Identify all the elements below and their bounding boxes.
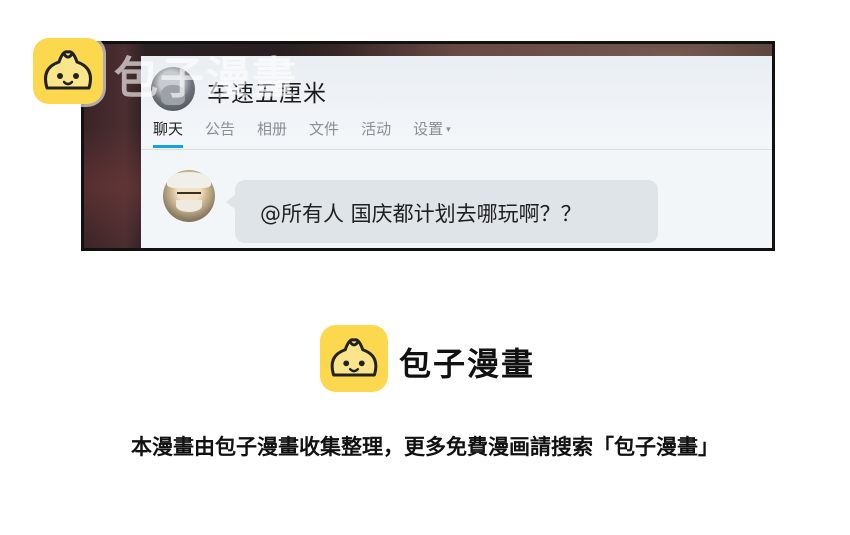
bun-logo-icon <box>320 325 388 392</box>
tab-settings[interactable]: 设置 ▾ <box>413 118 451 148</box>
brand-name: 包子漫畫 <box>399 345 536 383</box>
message-bubble[interactable]: @所有人 国庆都计划去哪玩啊？？ <box>226 180 658 243</box>
chevron-down-icon: ▾ <box>446 124 451 135</box>
collection-notice: 本漫畫由包子漫畫收集整理，更多免費漫画請搜索「包子漫畫」 <box>131 435 719 459</box>
tab-files[interactable]: 文件 <box>309 118 339 148</box>
group-tabs: 聊天 公告 相册 文件 活动 设置 ▾ <box>153 118 473 148</box>
watermark-text: 包子漫畫 <box>114 53 298 104</box>
tab-events[interactable]: 活动 <box>361 118 391 148</box>
tab-settings-label: 设置 <box>413 120 444 138</box>
tab-divider <box>141 149 772 150</box>
tab-album[interactable]: 相册 <box>257 118 287 148</box>
watermark-bun-logo-icon <box>33 38 103 104</box>
member-avatar[interactable] <box>163 170 215 222</box>
tab-announcements[interactable]: 公告 <box>205 118 235 148</box>
message-text: @所有人 国庆都计划去哪玩啊？？ <box>260 202 582 226</box>
tab-chat[interactable]: 聊天 <box>153 118 184 148</box>
